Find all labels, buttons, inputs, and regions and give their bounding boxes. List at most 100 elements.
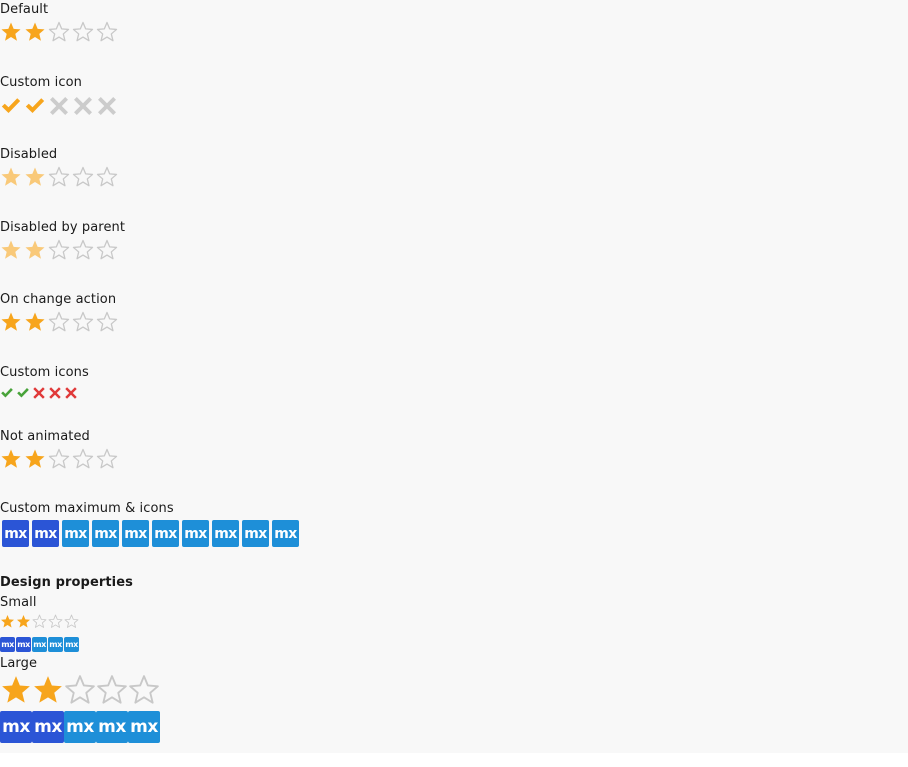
star-filled-icon[interactable]	[0, 614, 15, 629]
mx-icon-selected[interactable]: mx	[32, 520, 59, 547]
mx-icon[interactable]: mx	[92, 520, 119, 547]
mx-icon[interactable]: mx	[122, 520, 149, 547]
mx-icon-text: mx	[34, 717, 62, 737]
custom-max-label: Custom maximum & icons	[0, 501, 174, 516]
default-label: Default	[0, 2, 49, 17]
star-filled-icon[interactable]	[16, 614, 31, 629]
star-filled-icon	[25, 240, 45, 259]
star-filled-icon	[1, 240, 21, 259]
star-filled-icon	[25, 167, 45, 186]
star-empty-icon[interactable]	[48, 21, 70, 43]
star-filled-icon[interactable]	[0, 448, 22, 470]
star-empty-icon	[48, 166, 70, 187]
star-filled-icon[interactable]	[24, 311, 46, 333]
mx-icon[interactable]: mx	[182, 520, 209, 547]
star-filled-icon[interactable]	[24, 21, 46, 43]
check-icon[interactable]	[24, 95, 46, 117]
star-filled-icon[interactable]	[0, 311, 22, 333]
small-mx-rating[interactable]: mx mx mx mx mx	[0, 637, 79, 652]
star-empty-icon[interactable]	[48, 614, 63, 629]
star-empty-icon[interactable]	[96, 21, 118, 43]
custom-icons-label: Custom icons	[0, 365, 89, 380]
mx-icon[interactable]: mx	[48, 637, 63, 652]
cross-icon[interactable]	[64, 386, 78, 400]
mx-icon[interactable]: mx	[272, 520, 299, 547]
disabled-by-parent-label: Disabled by parent	[0, 220, 126, 235]
star-empty-icon[interactable]	[72, 311, 94, 333]
mx-icon-text: mx	[154, 525, 177, 542]
star-empty-icon[interactable]	[48, 311, 70, 333]
mx-icon-text: mx	[274, 525, 297, 542]
mx-icon-selected[interactable]: mx	[2, 520, 29, 547]
mx-icon[interactable]: mx	[32, 637, 47, 652]
star-empty-icon[interactable]	[48, 448, 70, 470]
mx-icon-text: mx	[64, 525, 87, 542]
mx-icon-text: mx	[2, 717, 30, 737]
not-animated-rating[interactable]	[0, 448, 118, 470]
star-empty-icon[interactable]	[72, 21, 94, 43]
star-empty-icon	[48, 239, 70, 260]
on-change-rating[interactable]	[0, 311, 118, 333]
mx-icon-text: mx	[98, 717, 126, 737]
mx-icon[interactable]: mx	[212, 520, 239, 547]
mx-icon[interactable]: mx	[128, 711, 160, 743]
mx-icon-selected[interactable]: mx	[32, 711, 64, 743]
star-empty-icon[interactable]	[96, 311, 118, 333]
custom-icons-rating[interactable]	[0, 386, 78, 400]
mx-icon-text: mx	[33, 640, 46, 649]
mx-icon[interactable]: mx	[62, 520, 89, 547]
mx-icon-text: mx	[1, 640, 14, 649]
star-empty-icon	[72, 166, 94, 187]
star-empty-icon[interactable]	[96, 448, 118, 470]
star-filled-icon	[1, 167, 21, 186]
cross-icon[interactable]	[48, 95, 70, 117]
custom-icon-label: Custom icon	[0, 75, 82, 90]
check-icon[interactable]	[0, 386, 14, 400]
default-rating[interactable]	[0, 21, 118, 43]
star-filled-icon[interactable]	[32, 674, 64, 706]
star-empty-icon[interactable]	[96, 674, 128, 706]
cross-icon[interactable]	[72, 95, 94, 117]
star-empty-icon[interactable]	[32, 614, 47, 629]
mx-icon-text: mx	[34, 525, 57, 542]
large-star-rating[interactable]	[0, 674, 160, 706]
check-icon[interactable]	[16, 386, 30, 400]
cross-icon[interactable]	[96, 95, 118, 117]
star-empty-icon	[72, 239, 94, 260]
star-filled-icon[interactable]	[0, 21, 22, 43]
on-change-label: On change action	[0, 292, 117, 307]
mx-icon-text: mx	[66, 717, 94, 737]
cross-icon[interactable]	[32, 386, 46, 400]
mx-icon-text: mx	[4, 525, 27, 542]
large-mx-rating[interactable]: mx mx mx mx mx	[0, 711, 160, 743]
mx-icon-text: mx	[214, 525, 237, 542]
small-star-rating[interactable]	[0, 614, 79, 629]
mx-icon[interactable]: mx	[64, 711, 96, 743]
mx-icon[interactable]: mx	[96, 711, 128, 743]
check-icon[interactable]	[0, 95, 22, 117]
star-empty-icon[interactable]	[72, 448, 94, 470]
mx-icon-selected[interactable]: mx	[0, 711, 32, 743]
small-label: Small	[0, 595, 37, 610]
mx-icon-text: mx	[184, 525, 207, 542]
star-empty-icon[interactable]	[64, 614, 79, 629]
mx-icon-selected[interactable]: mx	[0, 637, 15, 652]
not-animated-label: Not animated	[0, 429, 90, 444]
star-filled-icon[interactable]	[0, 674, 32, 706]
disabled-by-parent-rating	[0, 239, 118, 261]
star-empty-icon[interactable]	[128, 674, 160, 706]
mx-icon-text: mx	[49, 640, 62, 649]
mx-icon-selected[interactable]: mx	[16, 637, 31, 652]
mx-icon-text: mx	[130, 717, 158, 737]
star-empty-icon	[96, 166, 118, 187]
mx-icon[interactable]: mx	[242, 520, 269, 547]
custom-icon-rating[interactable]	[0, 95, 118, 117]
rating-demo-panel: Default Custom icon Disabled Disabled by…	[0, 0, 908, 753]
star-filled-icon[interactable]	[24, 448, 46, 470]
star-empty-icon[interactable]	[64, 674, 96, 706]
custom-max-rating[interactable]: mx mx mx mx mx mx mx mx mx mx	[2, 520, 299, 547]
cross-icon[interactable]	[48, 386, 62, 400]
mx-icon[interactable]: mx	[152, 520, 179, 547]
mx-icon-text: mx	[94, 525, 117, 542]
mx-icon[interactable]: mx	[64, 637, 79, 652]
